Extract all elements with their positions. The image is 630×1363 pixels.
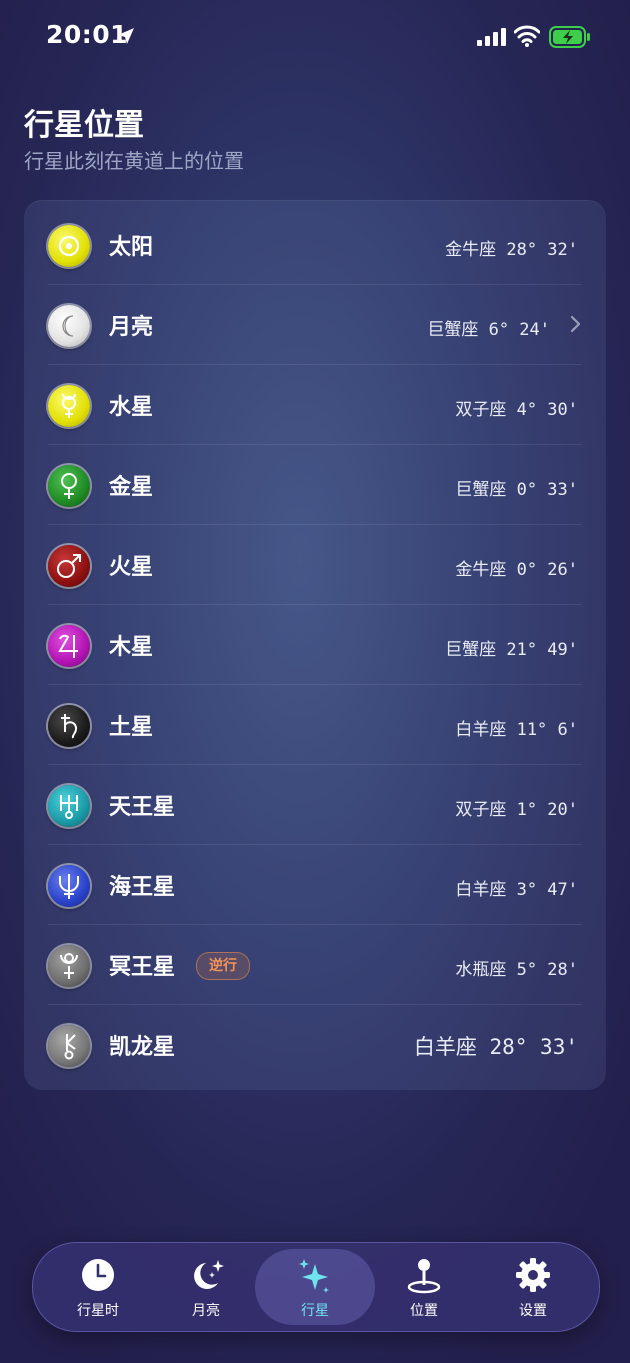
planet-name: 月亮 [109,315,154,340]
planet-position: 双子座 1° 20' [455,800,578,820]
planet-position: 金牛座 0° 26' [455,560,578,580]
mars-icon [48,545,90,587]
planet-row-chiron[interactable]: 凯龙星 白羊座 28° 33' [24,1005,606,1085]
page-subtitle: 行星此刻在黄道上的位置 [24,149,244,173]
clock-icon [80,1257,116,1297]
tab-settings[interactable]: 设置 [478,1243,588,1331]
moon-icon [48,305,90,347]
tab-label: 设置 [519,1303,547,1319]
planet-row-sun[interactable]: 太阳 金牛座 28° 32' [24,205,606,285]
neptune-icon [48,865,90,907]
page-title: 行星位置 [24,108,144,143]
planet-name: 土星 [109,715,154,740]
planet-name: 冥王星 [109,955,176,980]
planet-position: 水瓶座 5° 28' [455,960,578,980]
wifi-icon [513,25,541,51]
planet-row-venus[interactable]: 金星 巨蟹座 0° 33' [24,445,606,525]
moon-stars-icon [186,1257,226,1297]
planet-position: 巨蟹座 0° 33' [455,480,578,500]
location-arrow-icon [116,26,136,50]
tab-label: 月亮 [192,1303,220,1319]
tab-label: 行星时 [77,1303,119,1319]
saturn-icon [48,705,90,747]
tab-label: 位置 [410,1303,438,1319]
chevron-right-icon [570,315,582,337]
planet-name: 凯龙星 [109,1035,176,1060]
planet-name: 天王星 [109,795,176,820]
tab-bar: 行星时 月亮 行星 位置 设置 [32,1242,600,1332]
planet-row-saturn[interactable]: 土星 白羊座 11° 6' [24,685,606,765]
tab-label: 行星 [301,1303,329,1319]
planet-position: 白羊座 11° 6' [455,720,578,740]
planet-position: 金牛座 28° 32' [445,240,578,260]
chiron-icon [48,1025,90,1067]
gear-icon [515,1257,551,1297]
planet-row-neptune[interactable]: 海王星 白羊座 3° 47' [24,845,606,925]
planet-row-pluto[interactable]: 冥王星 逆行 水瓶座 5° 28' [24,925,606,1005]
planet-row-moon[interactable]: 月亮 巨蟹座 6° 24' [24,285,606,365]
planet-row-uranus[interactable]: 天王星 双子座 1° 20' [24,765,606,845]
planet-position: 巨蟹座 6° 24' [427,320,550,340]
planet-name: 海王星 [109,875,176,900]
uranus-icon [48,785,90,827]
planet-name: 太阳 [109,235,154,260]
cellular-signal-icon [477,28,507,50]
pluto-icon [48,945,90,987]
planet-position: 双子座 4° 30' [455,400,578,420]
location-pin-icon [406,1257,442,1299]
battery-charging-icon [549,26,591,52]
planet-name: 水星 [109,395,154,420]
mercury-icon [48,385,90,427]
planet-position: 白羊座 28° 33' [413,1035,578,1059]
planet-row-mars[interactable]: 火星 金牛座 0° 26' [24,525,606,605]
sparkles-icon [295,1256,335,1300]
tab-moon[interactable]: 月亮 [151,1243,261,1331]
planet-name: 火星 [109,555,154,580]
jupiter-icon [48,625,90,667]
planet-position: 巨蟹座 21° 49' [445,640,578,660]
planet-name: 木星 [109,635,154,660]
tab-planets[interactable]: 行星 [255,1249,375,1325]
sun-icon [48,225,90,267]
tab-location[interactable]: 位置 [369,1243,479,1331]
planet-list: 太阳 金牛座 28° 32' 月亮 巨蟹座 6° 24' 水星 双子座 4° 3… [24,200,606,1090]
planet-name: 金星 [109,475,154,500]
planet-row-mercury[interactable]: 水星 双子座 4° 30' [24,365,606,445]
planet-row-jupiter[interactable]: 木星 巨蟹座 21° 49' [24,605,606,685]
tab-planetary-hours[interactable]: 行星时 [43,1243,153,1331]
retrograde-badge: 逆行 [196,952,250,980]
status-bar: 20:01 [0,0,630,72]
venus-icon [48,465,90,507]
planet-position: 白羊座 3° 47' [455,880,578,900]
